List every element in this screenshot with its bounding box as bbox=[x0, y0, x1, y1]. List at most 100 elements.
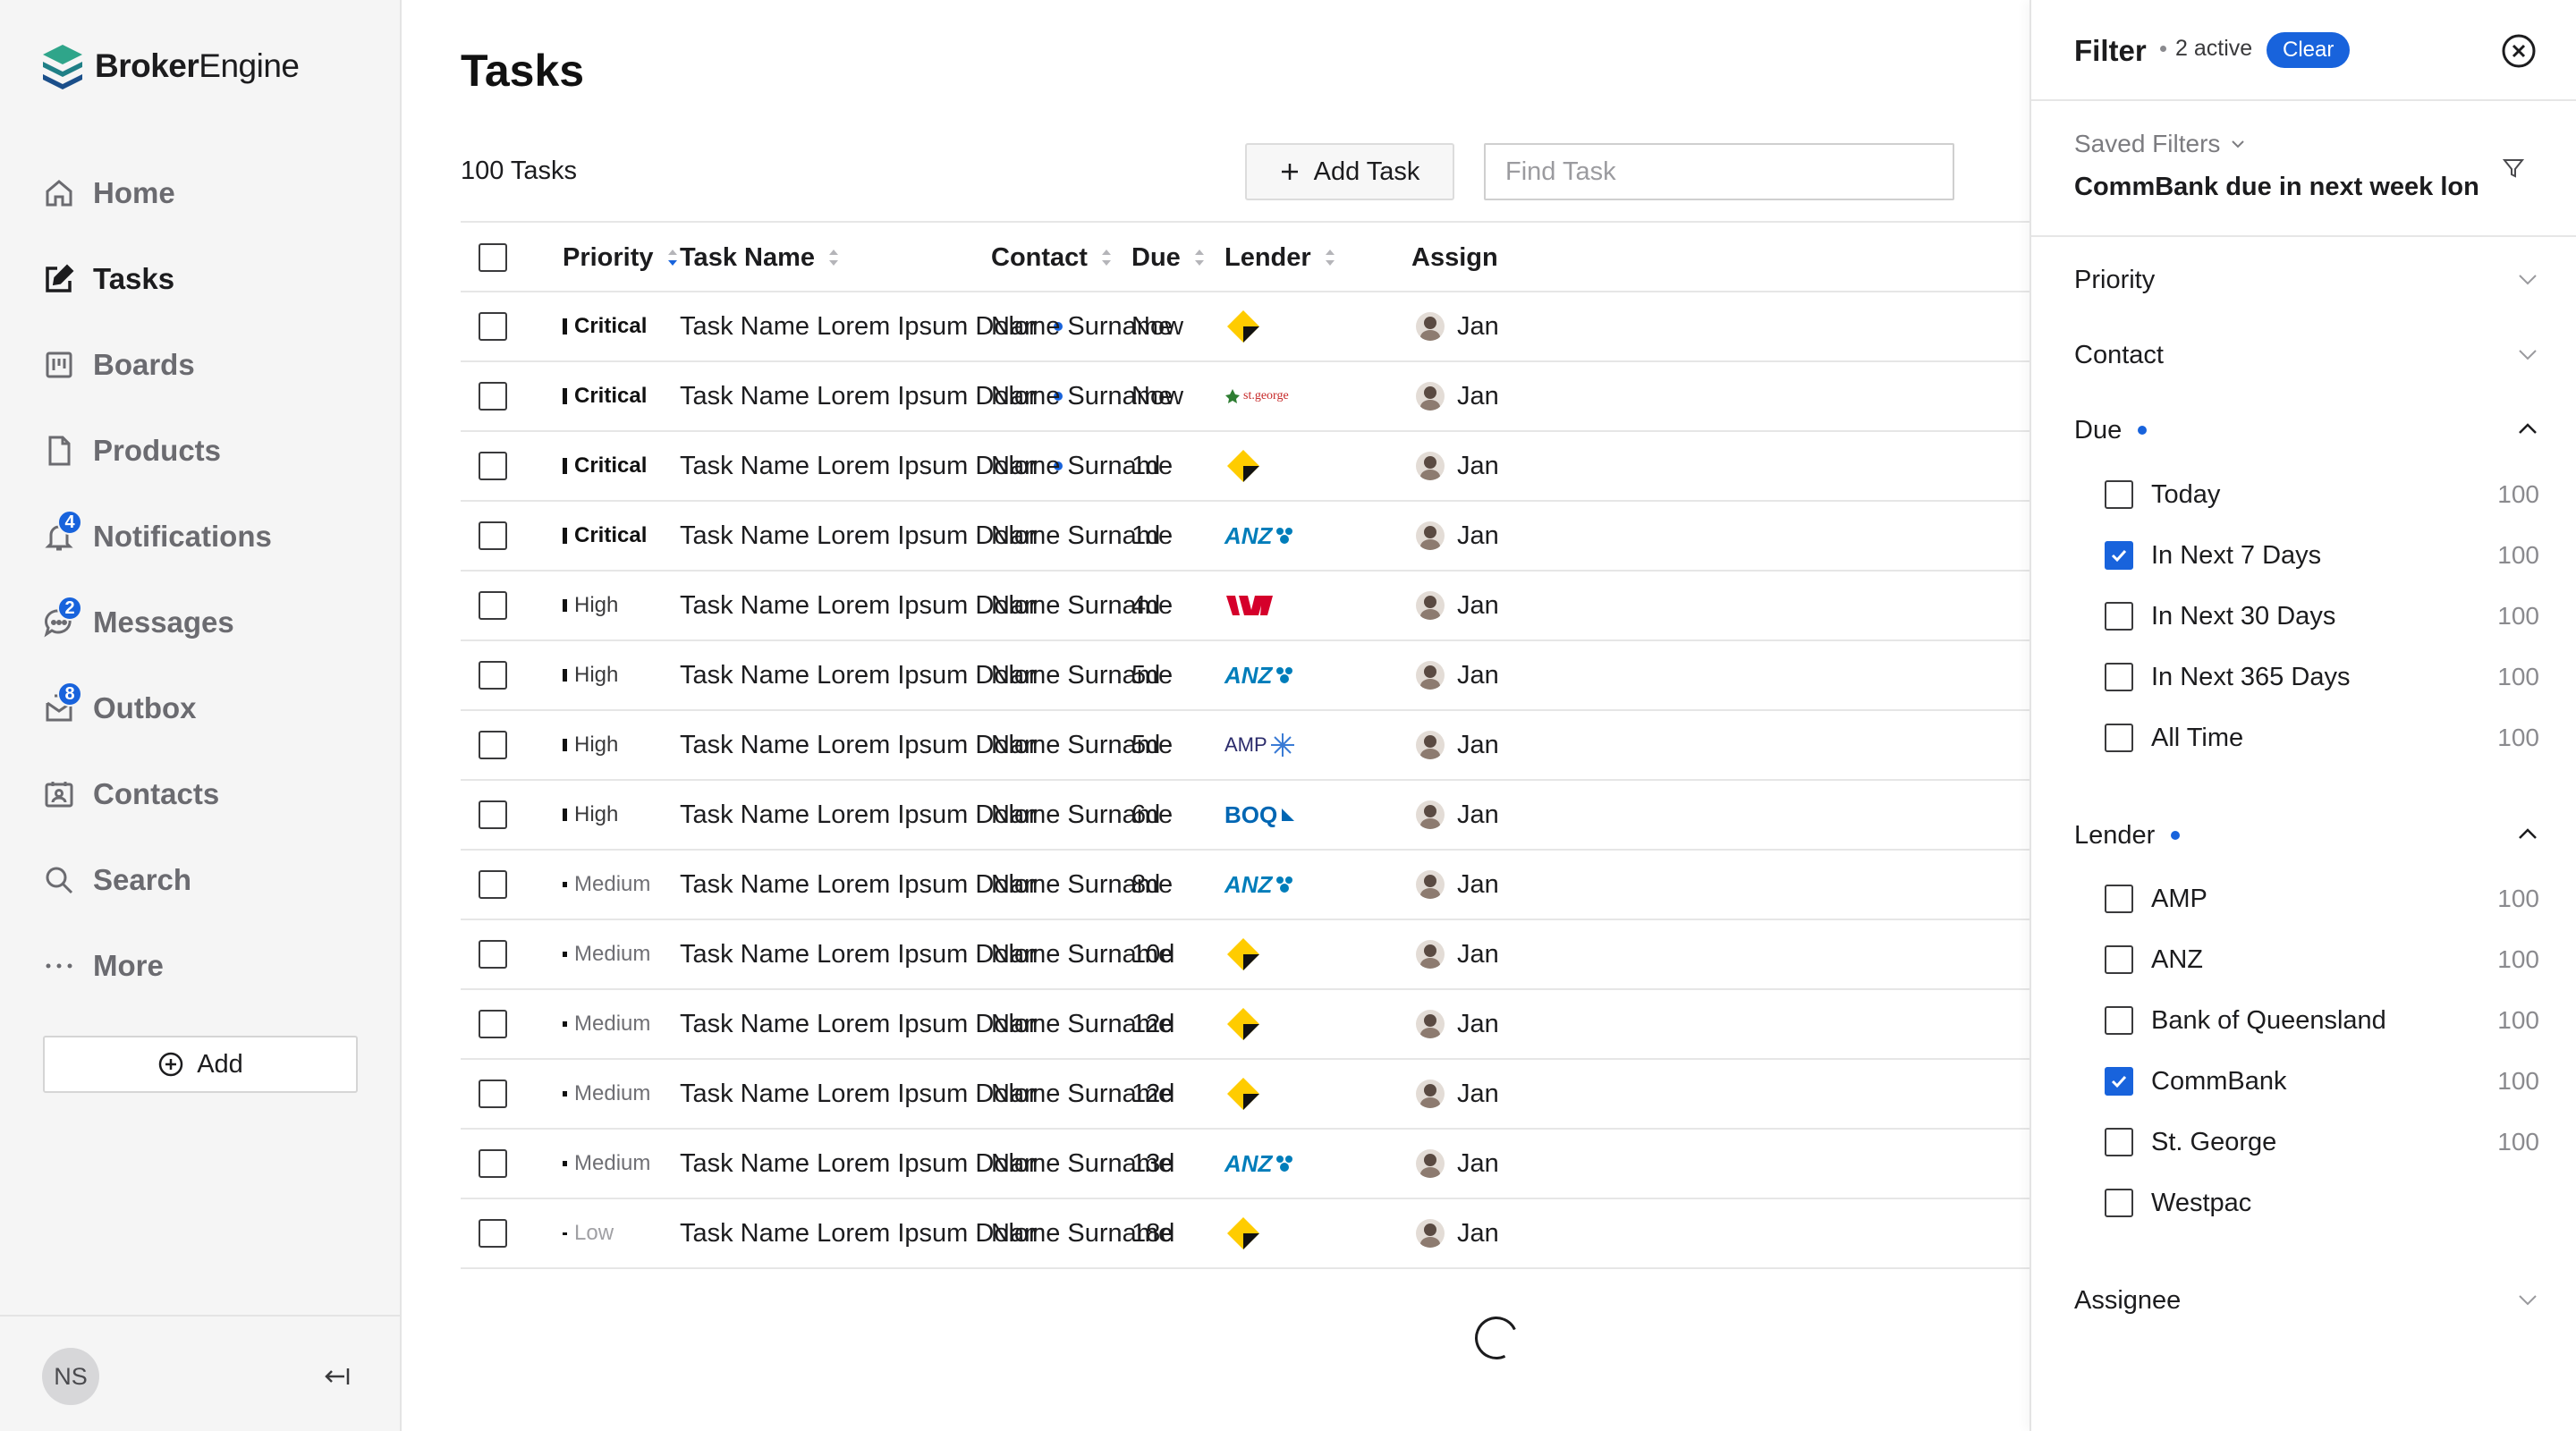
brokerengine-logo[interactable]: BrokerEngine bbox=[41, 43, 300, 89]
row-checkbox[interactable] bbox=[479, 870, 507, 899]
nav-item-outbox[interactable]: 8 Outbox bbox=[41, 665, 363, 751]
column-due[interactable]: Due bbox=[1131, 223, 1206, 292]
nav-item-messages[interactable]: 2 Messages bbox=[41, 580, 363, 665]
row-checkbox[interactable] bbox=[479, 1080, 507, 1108]
filter-option[interactable]: AMP 100 bbox=[2105, 876, 2539, 921]
row-checkbox[interactable] bbox=[479, 731, 507, 759]
row-checkbox[interactable] bbox=[479, 1010, 507, 1038]
task-name-cell[interactable]: Task Name Lorem Ipsum Dolor bbox=[680, 711, 1038, 779]
checkbox[interactable] bbox=[2105, 945, 2133, 974]
row-checkbox[interactable] bbox=[479, 1219, 507, 1248]
task-name-cell[interactable]: Task Name Lorem Ipsum Dolor bbox=[680, 851, 1038, 919]
close-icon[interactable] bbox=[2500, 32, 2538, 70]
filter-section-due[interactable]: Due bbox=[2074, 405, 2539, 455]
checkbox[interactable] bbox=[2105, 663, 2133, 691]
assignee-cell[interactable]: Jan bbox=[1416, 990, 1499, 1058]
nav-item-home[interactable]: Home bbox=[41, 150, 363, 236]
filter-option[interactable]: Today 100 bbox=[2105, 472, 2539, 517]
checkbox[interactable] bbox=[2105, 1189, 2133, 1217]
table-row[interactable]: Medium Task Name Lorem Ipsum Dolor Name … bbox=[461, 920, 2029, 990]
nav-item-notifications[interactable]: 4 Notifications bbox=[41, 494, 363, 580]
filter-section-assignee[interactable]: Assignee bbox=[2074, 1275, 2539, 1325]
row-checkbox[interactable] bbox=[479, 312, 507, 341]
collapse-sidebar-button[interactable] bbox=[318, 1361, 354, 1392]
checkbox[interactable] bbox=[2105, 602, 2133, 631]
row-checkbox[interactable] bbox=[479, 800, 507, 829]
assignee-cell[interactable]: Jan bbox=[1416, 362, 1499, 430]
assignee-cell[interactable]: Jan bbox=[1416, 502, 1499, 570]
filter-option[interactable]: Westpac bbox=[2105, 1181, 2539, 1225]
row-checkbox[interactable] bbox=[479, 661, 507, 690]
filter-option[interactable]: In Next 30 Days 100 bbox=[2105, 594, 2539, 639]
table-row[interactable]: High Task Name Lorem Ipsum Dolor Name Su… bbox=[461, 641, 2029, 711]
filter-option[interactable]: ANZ 100 bbox=[2105, 937, 2539, 982]
assignee-cell[interactable]: Jan bbox=[1416, 851, 1499, 919]
filter-section-contact[interactable]: Contact bbox=[2074, 330, 2539, 380]
saved-filters-dropdown[interactable]: Saved Filters bbox=[2074, 130, 2245, 158]
table-row[interactable]: Low Task Name Lorem Ipsum Dolor Name Sur… bbox=[461, 1199, 2029, 1269]
table-row[interactable]: Medium Task Name Lorem Ipsum Dolor Name … bbox=[461, 990, 2029, 1060]
table-row[interactable]: High Task Name Lorem Ipsum Dolor Name Su… bbox=[461, 711, 2029, 781]
table-row[interactable]: Medium Task Name Lorem Ipsum Dolor Name … bbox=[461, 851, 2029, 920]
task-name-cell[interactable]: Task Name Lorem Ipsum Dolor bbox=[680, 1060, 1038, 1128]
nav-item-boards[interactable]: Boards bbox=[41, 322, 363, 408]
checkbox[interactable] bbox=[2105, 724, 2133, 752]
assignee-cell[interactable]: Jan bbox=[1416, 1199, 1499, 1267]
table-row[interactable]: Medium Task Name Lorem Ipsum Dolor Name … bbox=[461, 1130, 2029, 1199]
task-name-cell[interactable]: Task Name Lorem Ipsum Dolor bbox=[680, 1199, 1038, 1267]
checkbox[interactable] bbox=[2105, 1006, 2133, 1035]
filter-option[interactable]: St. George 100 bbox=[2105, 1120, 2539, 1164]
checkbox[interactable] bbox=[2105, 885, 2133, 913]
user-avatar[interactable]: NS bbox=[42, 1348, 99, 1405]
filter-option[interactable]: All Time 100 bbox=[2105, 716, 2539, 760]
column-assignee[interactable]: Assign bbox=[1411, 223, 1498, 292]
table-row[interactable]: High Task Name Lorem Ipsum Dolor Name Su… bbox=[461, 781, 2029, 851]
checkbox[interactable] bbox=[2105, 480, 2133, 509]
nav-item-contacts[interactable]: Contacts bbox=[41, 751, 363, 837]
row-checkbox[interactable] bbox=[479, 591, 507, 620]
filter-option[interactable]: In Next 7 Days 100 bbox=[2105, 533, 2539, 578]
row-checkbox[interactable] bbox=[479, 1149, 507, 1178]
row-checkbox[interactable] bbox=[479, 382, 507, 411]
assignee-cell[interactable]: Jan bbox=[1416, 711, 1499, 779]
task-name-cell[interactable]: Task Name Lorem Ipsum Dolor bbox=[680, 641, 1038, 709]
nav-item-products[interactable]: Products bbox=[41, 408, 363, 494]
select-all-checkbox[interactable] bbox=[479, 243, 507, 272]
filter-section-priority[interactable]: Priority bbox=[2074, 255, 2539, 305]
find-task-input[interactable] bbox=[1484, 143, 1954, 200]
assignee-cell[interactable]: Jan bbox=[1416, 432, 1499, 500]
table-row[interactable]: Medium Task Name Lorem Ipsum Dolor Name … bbox=[461, 1060, 2029, 1130]
assignee-cell[interactable]: Jan bbox=[1416, 641, 1499, 709]
table-row[interactable]: Critical Task Name Lorem Ipsum Dolor Nam… bbox=[461, 292, 2029, 362]
column-task-name[interactable]: Task Name bbox=[680, 223, 840, 292]
task-name-cell[interactable]: Task Name Lorem Ipsum Dolor bbox=[680, 572, 1038, 639]
assignee-cell[interactable]: Jan bbox=[1416, 781, 1499, 849]
column-contact[interactable]: Contact bbox=[991, 223, 1113, 292]
task-name-cell[interactable]: Task Name Lorem Ipsum Dolor bbox=[680, 1130, 1038, 1198]
assignee-cell[interactable]: Jan bbox=[1416, 1060, 1499, 1128]
row-checkbox[interactable] bbox=[479, 521, 507, 550]
assignee-cell[interactable]: Jan bbox=[1416, 1130, 1499, 1198]
nav-item-tasks[interactable]: Tasks bbox=[41, 236, 363, 322]
assignee-cell[interactable]: Jan bbox=[1416, 292, 1499, 360]
clear-filters-button[interactable]: Clear bbox=[2267, 32, 2351, 68]
row-checkbox[interactable] bbox=[479, 940, 507, 969]
assignee-cell[interactable]: Jan bbox=[1416, 920, 1499, 988]
nav-item-more[interactable]: More bbox=[41, 923, 363, 1009]
add-task-button[interactable]: Add Task bbox=[1245, 143, 1454, 200]
add-button[interactable]: Add bbox=[43, 1036, 358, 1093]
table-row[interactable]: Critical Task Name Lorem Ipsum Dolor Nam… bbox=[461, 502, 2029, 572]
task-name-cell[interactable]: Task Name Lorem Ipsum Dolor bbox=[680, 990, 1038, 1058]
checkbox[interactable] bbox=[2105, 1128, 2133, 1156]
filter-option[interactable]: In Next 365 Days 100 bbox=[2105, 655, 2539, 699]
task-name-cell[interactable]: Task Name Lorem Ipsum Dolor bbox=[680, 920, 1038, 988]
table-row[interactable]: Critical Task Name Lorem Ipsum Dolor Nam… bbox=[461, 362, 2029, 432]
task-name-cell[interactable]: Task Name Lorem Ipsum Dolor bbox=[680, 502, 1038, 570]
table-row[interactable]: High Task Name Lorem Ipsum Dolor Name Su… bbox=[461, 572, 2029, 641]
table-row[interactable]: Critical Task Name Lorem Ipsum Dolor Nam… bbox=[461, 432, 2029, 502]
filter-section-lender[interactable]: Lender bbox=[2074, 810, 2539, 860]
funnel-icon[interactable] bbox=[2502, 157, 2525, 180]
checkbox-checked[interactable] bbox=[2105, 541, 2133, 570]
nav-item-search[interactable]: Search bbox=[41, 837, 363, 923]
filter-option[interactable]: CommBank 100 bbox=[2105, 1059, 2539, 1104]
